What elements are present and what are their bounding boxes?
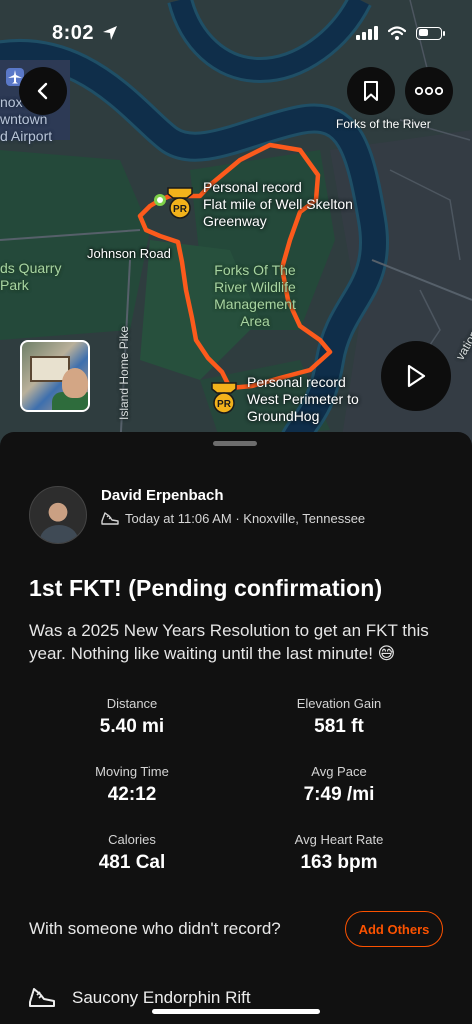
run-shoe-icon xyxy=(101,512,119,525)
stat-label: Distance xyxy=(106,696,158,711)
johnson-road-label: Johnson Road xyxy=(87,246,171,261)
stat-label: Avg Pace xyxy=(311,764,367,779)
stat-avg-heart-rate: Avg Heart Rate 163 bpm xyxy=(239,832,439,874)
svg-text:PR: PR xyxy=(173,204,188,215)
more-dots-icon xyxy=(415,86,443,96)
stat-value: 163 bpm xyxy=(300,852,378,873)
svg-text:PR: PR xyxy=(217,399,232,410)
more-options-button[interactable] xyxy=(405,67,453,115)
activity-title: 1st FKT! (Pending confirmation) xyxy=(29,575,383,601)
play-icon xyxy=(407,364,426,388)
activity-description: Was a 2025 New Years Resolution to get a… xyxy=(29,621,429,663)
stat-value: 7:49 /mi xyxy=(303,784,375,805)
wifi-icon xyxy=(388,26,406,40)
stat-value: 42:12 xyxy=(107,784,157,805)
status-time: 8:02 xyxy=(52,22,95,44)
stat-value: 5.40 mi xyxy=(99,716,165,737)
pr-medal-icon[interactable]: PR xyxy=(209,381,239,415)
pr-medal-icon[interactable]: PR xyxy=(165,186,195,220)
stat-value: 581 ft xyxy=(314,716,364,737)
quarry-park-label: ds Quarry Park xyxy=(0,260,62,293)
stat-label: Moving Time xyxy=(95,764,169,779)
forks-of-river-label: Forks of the River xyxy=(336,117,431,131)
avatar[interactable] xyxy=(29,486,87,544)
gear-row[interactable]: Saucony Endorphin Rift xyxy=(28,986,251,1010)
activity-time-location: Today at 11:06 AM · Knoxville, Tennessee xyxy=(125,510,366,526)
sheet-grabber[interactable] xyxy=(213,441,257,446)
stat-label: Avg Heart Rate xyxy=(294,832,384,847)
activity-details-sheet[interactable]: David Erpenbach Today at 11:06 AM · Knox… xyxy=(0,432,472,1024)
stat-distance: Distance 5.40 mi xyxy=(32,696,232,738)
segment-pr-label-1[interactable]: Personal record Flat mile of Well Skelto… xyxy=(203,179,353,230)
stat-value: 481 Cal xyxy=(98,852,166,873)
segment-pr-label-2[interactable]: Personal record West Perimeter to Ground… xyxy=(247,374,359,425)
activity-meta: Today at 11:06 AM · Knoxville, Tennessee xyxy=(101,510,365,526)
wildlife-area-label: Forks Of The River Wildlife Management A… xyxy=(214,262,296,329)
play-flyby-button[interactable] xyxy=(381,341,451,411)
stat-label: Calories xyxy=(108,832,156,847)
battery-icon xyxy=(416,26,445,40)
route-map[interactable]: 8:02 noxv wntown d Airport ds Quarry Par… xyxy=(0,0,472,450)
back-button[interactable] xyxy=(19,67,67,115)
status-indicators xyxy=(356,26,445,40)
bookmark-icon xyxy=(364,81,378,101)
shoe-icon xyxy=(29,988,55,1007)
bookmark-button[interactable] xyxy=(347,67,395,115)
stat-label: Elevation Gain xyxy=(296,696,382,711)
stat-moving-time: Moving Time 42:12 xyxy=(32,764,232,806)
stat-avg-pace: Avg Pace 7:49 /mi xyxy=(239,764,439,806)
island-home-pike-label: Island Home Pike xyxy=(117,325,131,420)
athlete-name[interactable]: David Erpenbach xyxy=(101,487,224,504)
gear-name: Saucony Endorphin Rift xyxy=(72,988,251,1007)
stat-calories: Calories 481 Cal xyxy=(32,832,232,874)
activity-photo-thumbnail[interactable] xyxy=(20,340,90,412)
add-others-button[interactable]: Add Others xyxy=(345,911,443,947)
home-indicator[interactable] xyxy=(152,1009,320,1014)
stat-elevation-gain: Elevation Gain 581 ft xyxy=(239,696,439,738)
cellular-signal-icon xyxy=(356,26,378,40)
others-question: With someone who didn't record? xyxy=(29,919,281,938)
chevron-left-icon xyxy=(37,82,48,100)
location-arrow-icon xyxy=(103,26,117,40)
